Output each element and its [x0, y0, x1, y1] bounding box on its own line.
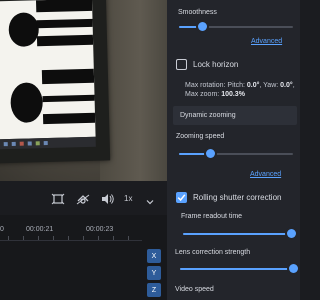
lens-correction-slider[interactable]: [180, 264, 298, 274]
volume-button[interactable]: [99, 191, 117, 207]
video-preview[interactable]: [0, 0, 167, 181]
pattern-circle: [8, 12, 40, 48]
rolling-shutter-label: Rolling shutter correction: [193, 193, 282, 202]
pattern-circle: [10, 82, 44, 123]
lens-correction-label: Lens correction strength: [175, 249, 251, 256]
smoothness-label: Smoothness: [178, 9, 217, 16]
frame-readout-label: Frame readout time: [181, 213, 243, 220]
playback-speed-value[interactable]: 1x: [124, 194, 132, 203]
max-rotation-info: Max rotation: Pitch: 0.0°, Yaw: 0.0°,: [185, 82, 295, 89]
timeline-tick-label: 00:00:23: [86, 226, 114, 233]
dynamic-zooming-header: Dynamic zooming: [180, 112, 236, 119]
zooming-speed-slider[interactable]: [179, 149, 293, 159]
axis-x-button[interactable]: X: [147, 249, 161, 263]
pattern-block: [35, 0, 93, 13]
slider-handle[interactable]: [197, 22, 207, 31]
advanced-link[interactable]: Advanced: [250, 171, 281, 178]
axis-y-button[interactable]: Y: [147, 266, 161, 280]
pattern-block: [42, 112, 96, 125]
max-zoom-info: Max zoom: 100.3%: [185, 91, 245, 98]
lock-horizon-label: Lock horizon: [193, 60, 239, 69]
checkmark-icon: [177, 194, 186, 202]
timeline-ruler: [0, 240, 142, 241]
slider-handle[interactable]: [205, 149, 215, 158]
rolling-shutter-checkbox[interactable]: [176, 192, 187, 203]
calibration-pattern: [0, 0, 96, 140]
zooming-speed-label: Zooming speed: [176, 133, 225, 140]
pattern-block: [36, 34, 94, 47]
fit-frame-icon: [51, 193, 65, 205]
slider-handle[interactable]: [289, 264, 298, 273]
slider-handle[interactable]: [287, 229, 297, 238]
fit-frame-button[interactable]: [49, 191, 67, 207]
timeline-tick-label: 00:00:21: [26, 226, 54, 233]
stabilize-toggle-button[interactable]: [74, 191, 92, 207]
video-speed-label: Video speed: [175, 286, 214, 293]
playback-speed-dropdown[interactable]: [146, 193, 154, 211]
advanced-link[interactable]: Advanced: [251, 38, 282, 45]
monitor-taskbar: [0, 136, 96, 150]
monitor-in-video: [0, 0, 111, 164]
pattern-block: [36, 18, 93, 29]
lock-horizon-checkbox[interactable]: [176, 59, 187, 70]
chevron-down-icon: [146, 200, 154, 205]
axis-z-button[interactable]: Z: [147, 283, 161, 297]
volume-icon: [102, 194, 114, 204]
pattern-block: [42, 94, 95, 103]
frame-readout-slider[interactable]: [183, 229, 297, 239]
stabilize-icon: [76, 194, 90, 204]
smoothness-slider[interactable]: [179, 22, 293, 32]
timeline-tick-label: 0: [0, 226, 4, 233]
pattern-block: [41, 68, 95, 85]
